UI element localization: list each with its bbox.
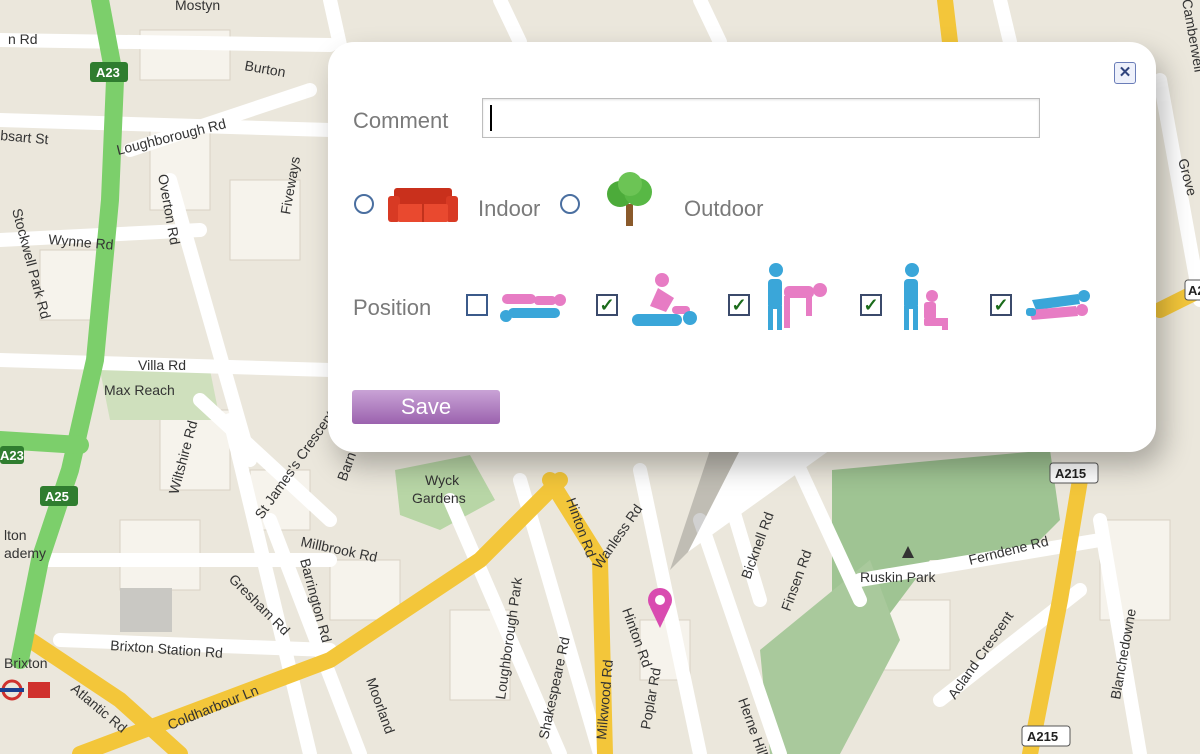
shield-a23-mid: A23 [0,448,24,463]
position-checkbox-3[interactable]: ✓ [728,294,750,316]
position-5-icon [1026,290,1090,320]
position-1-icon [500,294,566,322]
label-villa: Villa Rd [138,357,186,373]
outdoor-label: Outdoor [684,196,764,221]
sofa-icon [388,188,458,222]
tree-icon [607,172,652,226]
label-max-reach: Max Reach [104,382,175,398]
text-caret [490,105,492,131]
label-gardens: Gardens [412,490,466,506]
save-button[interactable]: Save [352,390,500,424]
indoor-label: Indoor [478,196,541,221]
comment-label: Comment [353,108,449,133]
position-3-icon [768,263,827,330]
label-lin-rd: n Rd [8,31,38,47]
shield-a215-bottom: A215 [1027,729,1058,744]
comment-input[interactable] [482,98,1040,138]
indoor-radio[interactable] [354,194,374,214]
label-mostyn: Mostyn [175,0,220,13]
position-4-icon [904,263,948,330]
label-ademy: ademy [4,545,46,561]
shield-a23-top: A23 [96,65,120,80]
position-checkbox-1[interactable] [466,294,488,316]
position-2-icon [632,273,697,326]
position-checkbox-4[interactable]: ✓ [860,294,882,316]
label-ruskin-park: Ruskin Park [860,569,936,585]
shield-a25: A25 [45,489,69,504]
close-icon[interactable]: ✕ [1114,62,1136,84]
position-label: Position [353,295,432,320]
shield-a215-right: A215 [1055,466,1086,481]
label-wyck: Wyck [425,472,460,488]
label-lton: lton [4,527,27,543]
shield-a215-top: A215 [1188,283,1200,298]
position-checkbox-2[interactable]: ✓ [596,294,618,316]
label-brixton: Brixton [4,655,48,671]
position-checkbox-5[interactable]: ✓ [990,294,1012,316]
outdoor-radio[interactable] [560,194,580,214]
